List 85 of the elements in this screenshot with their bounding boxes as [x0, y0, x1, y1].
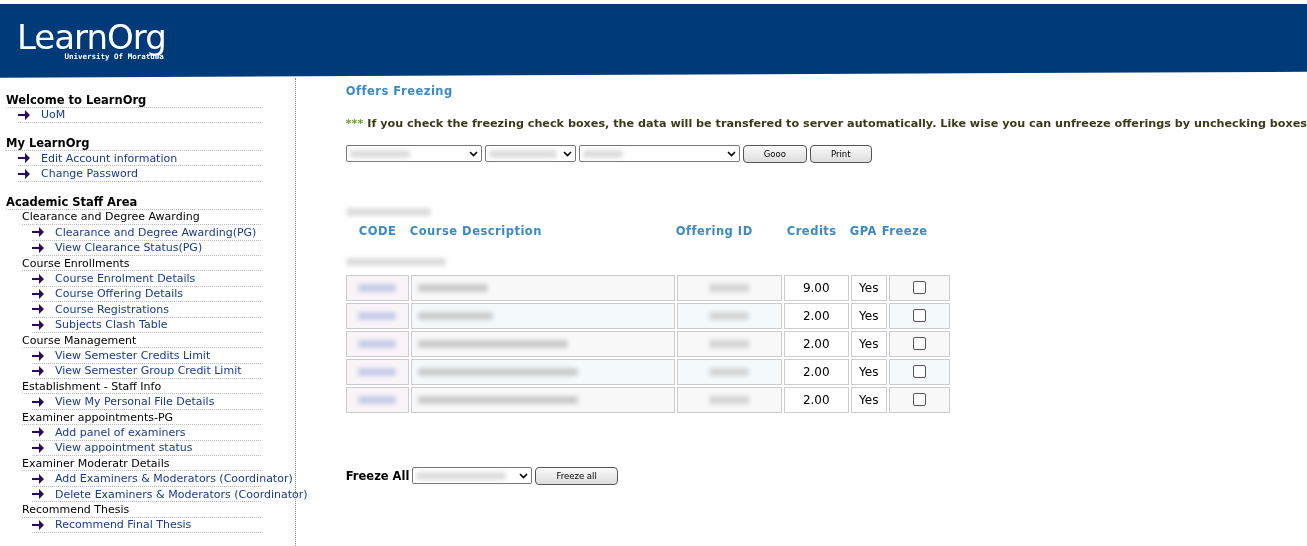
table-cell [345, 386, 409, 413]
form-button[interactable]: Print [809, 144, 872, 163]
sidebar-link[interactable]: Add Examiners & Moderators (Coordinator) [55, 472, 293, 486]
sidebar-link[interactable]: Add panel of examiners [55, 425, 186, 439]
table-cell: Yes [850, 274, 887, 301]
sidebar-group-label: Clearance and Degree Awarding [22, 210, 200, 224]
form-button[interactable]: Gooo [742, 144, 807, 163]
table-cell: 9.00 [783, 274, 849, 301]
note-marker: *** [345, 116, 364, 130]
sidebar-link[interactable]: Delete Examiners & Moderators (Coordinator) [55, 487, 308, 501]
sidebar-link[interactable]: Clearance and Degree Awarding(PG) [55, 225, 257, 239]
section-title: Academic Staff Area [6, 194, 261, 210]
year-select[interactable] [484, 145, 576, 163]
caret-icon [562, 150, 572, 157]
arrow-icon [32, 489, 44, 499]
table-cell: Yes [850, 330, 887, 357]
table-cell: 2.00 [783, 358, 849, 385]
sidebar-group-label: Examiner Moderatr Details [22, 456, 170, 470]
section-title: My LearnOrg [6, 136, 261, 151]
level-select[interactable] [578, 145, 740, 163]
table-cell [345, 274, 409, 301]
table-cell: 2.00 [783, 386, 849, 413]
arrow-icon [18, 153, 30, 164]
table-cell: 2.00 [783, 302, 849, 329]
table-cell [345, 330, 409, 357]
caret-icon [726, 150, 736, 157]
column-header: GPA [849, 223, 878, 238]
arrow-icon [18, 109, 30, 120]
column-header: Offering ID [675, 223, 754, 238]
sidebar-link[interactable]: Edit Account information [41, 151, 178, 165]
freeze-checkbox[interactable] [912, 393, 926, 407]
sidebar-group-label: Examiner appointments-PG [22, 410, 174, 424]
arrow-icon [32, 304, 44, 315]
freeze-all-label: Freeze All [345, 468, 410, 483]
arrow-icon [32, 365, 44, 376]
sidebar-group-label: Course Management [22, 333, 137, 347]
sidebar-link[interactable]: Subjects Clash Table [55, 318, 168, 332]
arrow-icon [32, 442, 44, 453]
caret-icon [519, 472, 529, 479]
page-title: Offers Freezing [345, 83, 454, 98]
sidebar-link[interactable]: Course Offering Details [55, 287, 184, 301]
table-cell: Yes [850, 386, 887, 413]
arrow-icon [32, 227, 44, 238]
sidebar-link[interactable]: UoM [41, 108, 66, 122]
sidebar-group-label: Establishment - Staff Info [22, 379, 162, 393]
sidebar-group-label: Recommend Thesis [22, 502, 130, 516]
arrow-icon [32, 273, 44, 284]
freeze-checkbox[interactable] [912, 309, 926, 323]
arrow-icon [32, 319, 44, 330]
note-text: If you check the freezing check boxes, the data will be transfered to server automatically. Like wise you can unfreeze offerings by unchecking boxes [367, 116, 1307, 130]
arrow-icon [32, 242, 44, 253]
freeze-checkbox[interactable] [912, 337, 926, 351]
table-cell [345, 302, 409, 329]
table-cell: Yes [850, 358, 887, 385]
table-cell: Yes [850, 302, 887, 329]
arrow-icon [32, 396, 44, 407]
table-cell: 2.00 [783, 330, 849, 357]
freeze-checkbox[interactable] [912, 365, 926, 379]
sidebar-group-label: Course Enrollments [22, 256, 130, 270]
sidebar-link[interactable]: Course Registrations [55, 302, 169, 316]
column-header: Freeze [881, 223, 929, 238]
arrow-icon [32, 427, 44, 438]
column-header: Course Description [409, 223, 543, 238]
table-cell [345, 358, 409, 385]
sidebar-link[interactable]: View Semester Group Credit Limit [55, 364, 242, 378]
faculty-select[interactable] [345, 145, 482, 163]
arrow-icon [32, 288, 44, 299]
sidebar-link[interactable]: Recommend Final Thesis [55, 518, 192, 532]
sidebar-link[interactable]: View My Personal File Details [55, 395, 215, 409]
sidebar-link[interactable]: Change Password [41, 167, 138, 181]
arrow-icon [18, 168, 30, 179]
sidebar-link[interactable]: View Clearance Status(PG) [55, 241, 203, 255]
sidebar-link[interactable]: Course Enrolment Details [55, 272, 196, 286]
section-title: Welcome to LearnOrg [6, 92, 261, 108]
freeze-all-button[interactable]: Freeze all [535, 466, 618, 485]
freeze-checkbox[interactable] [912, 281, 926, 295]
sidebar-link[interactable]: View appointment status [55, 441, 193, 455]
arrow-icon [32, 473, 44, 484]
sidebar-link[interactable]: View Semester Credits Limit [55, 349, 211, 362]
column-header: CODE [358, 223, 398, 238]
column-header: Credits [786, 223, 838, 238]
arrow-icon [32, 519, 44, 530]
arrow-icon [32, 350, 44, 361]
semester-select[interactable] [412, 467, 533, 485]
caret-icon [468, 150, 478, 157]
